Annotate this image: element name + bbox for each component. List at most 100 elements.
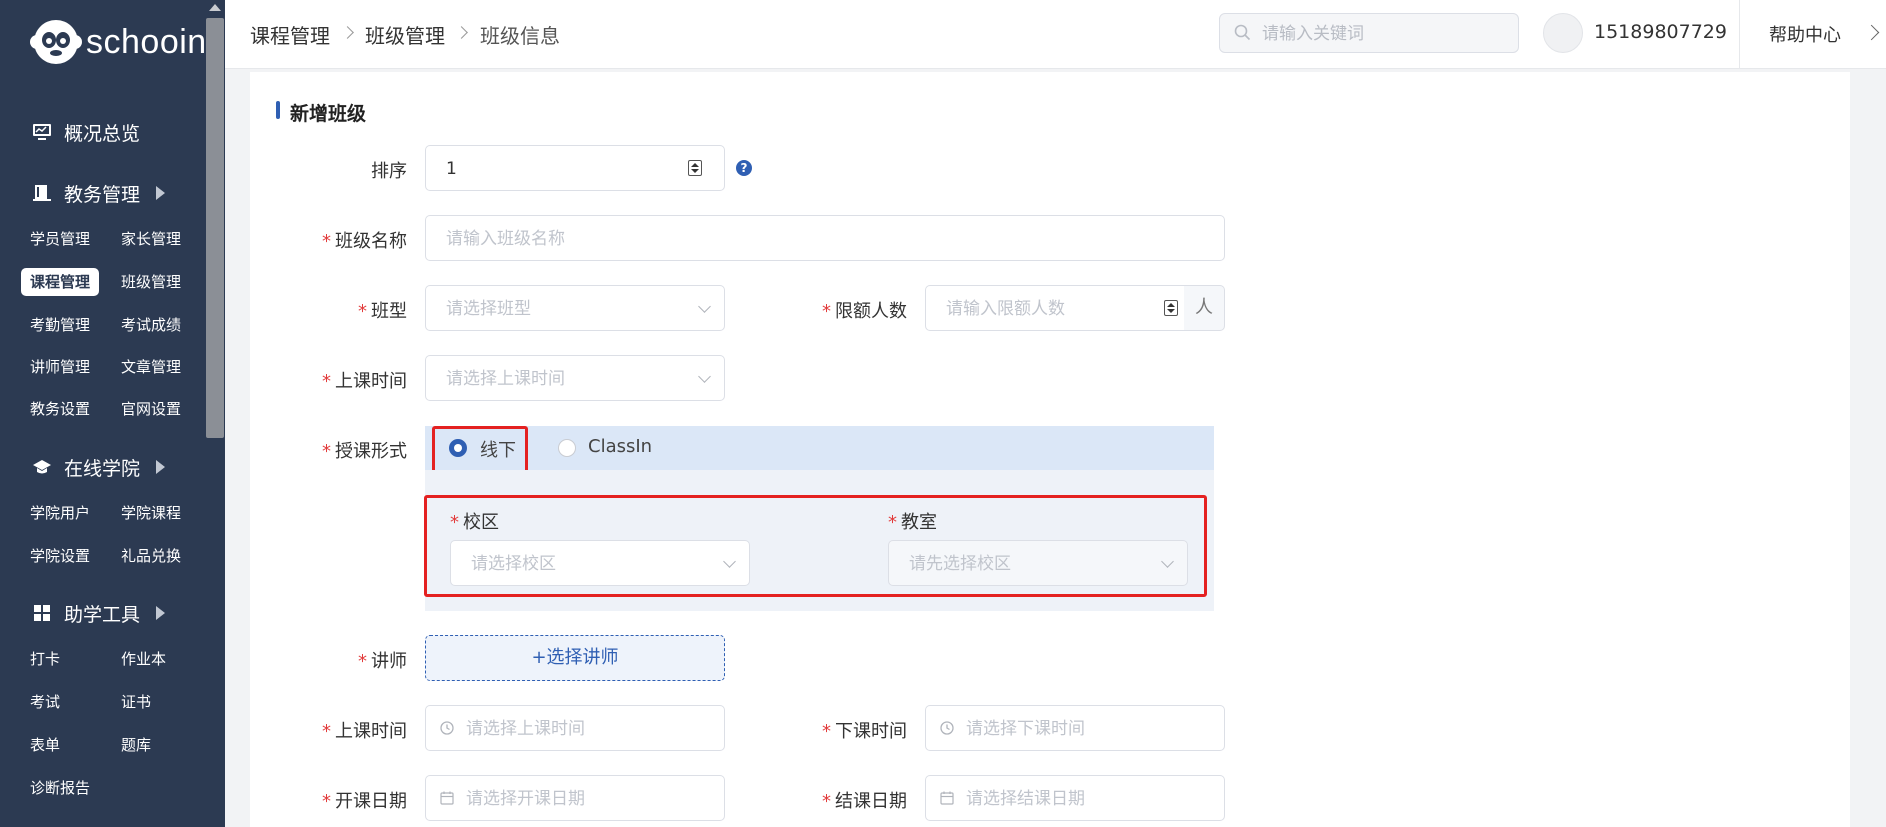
clock-icon — [440, 721, 454, 735]
chevron-down-icon — [698, 370, 711, 383]
grid-icon — [32, 603, 52, 623]
start-date-picker[interactable] — [425, 775, 725, 822]
sidebar-item-students[interactable]: 学员管理 — [21, 225, 99, 253]
nav-study-tools[interactable]: 助学工具 — [0, 593, 205, 633]
radio-classin-label[interactable]: ClassIn — [588, 436, 652, 457]
nav-label: 助学工具 — [64, 603, 141, 626]
end-date-label: * 结课日期 — [822, 791, 907, 812]
sort-value[interactable] — [444, 146, 657, 192]
search-input[interactable] — [1260, 14, 1504, 54]
schedule-input[interactable] — [444, 356, 657, 402]
sidebar-item-gift-exchange[interactable]: 礼品兑换 — [112, 542, 190, 570]
caret-right-icon — [156, 460, 165, 474]
book-icon — [32, 183, 52, 203]
graduation-cap-icon — [32, 457, 52, 477]
chevron-down-icon — [698, 300, 711, 313]
breadcrumb-separator-icon — [455, 26, 468, 39]
monkey-logo-icon — [30, 20, 82, 64]
select-teacher-button[interactable]: +选择讲师 — [425, 635, 725, 681]
limit-unit-suffix: 人 — [1184, 285, 1225, 331]
sidebar-item-articles[interactable]: 文章管理 — [112, 353, 190, 381]
breadcrumb-courses[interactable]: 课程管理 — [250, 20, 330, 49]
avatar[interactable] — [1543, 13, 1583, 53]
sidebar-item-diagnosis-report[interactable]: 诊断报告 — [21, 774, 99, 802]
class-type-label: * 班型 — [358, 301, 407, 322]
sidebar-item-academy-settings[interactable]: 学院设置 — [21, 542, 99, 570]
breadcrumb-class-info: 班级信息 — [480, 24, 560, 48]
start-date-label: * 开课日期 — [322, 791, 407, 812]
sidebar: schooin 概况总览 教务管理 学员管理 家长管理 课程管理 班级管理 考勤… — [0, 0, 207, 827]
chevron-right-icon[interactable] — [1863, 24, 1880, 41]
class-name-input[interactable] — [444, 216, 1007, 262]
sidebar-item-academy-users[interactable]: 学院用户 — [21, 499, 99, 527]
nav-label: 概况总览 — [64, 122, 141, 145]
highlight-offline-option — [432, 426, 528, 473]
start-time-picker[interactable] — [425, 705, 725, 752]
search-icon — [1234, 24, 1251, 41]
sidebar-item-academy-courses[interactable]: 学院课程 — [112, 499, 190, 527]
start-time-label: * 上课时间 — [322, 721, 407, 742]
sidebar-item-checkin[interactable]: 打卡 — [21, 645, 69, 673]
scrollbar-thumb[interactable] — [206, 18, 224, 438]
sidebar-item-forms[interactable]: 表单 — [21, 731, 69, 759]
sidebar-item-certificate[interactable]: 证书 — [112, 688, 160, 716]
schedule-label: * 上课时间 — [322, 371, 407, 392]
end-date-picker[interactable] — [925, 775, 1225, 822]
class-type-input[interactable] — [444, 286, 657, 332]
sidebar-item-site-settings[interactable]: 官网设置 — [112, 395, 190, 423]
nav-label: 在线学院 — [64, 457, 141, 480]
scroll-up-icon[interactable] — [209, 4, 221, 11]
highlight-campus-classroom — [424, 495, 1207, 597]
sidebar-item-edu-settings[interactable]: 教务设置 — [21, 395, 99, 423]
nav-overview[interactable]: 概况总览 — [0, 112, 205, 152]
brand-logo[interactable]: schooin — [28, 16, 207, 68]
section-title: 新增班级 — [290, 103, 367, 125]
sidebar-item-classes[interactable]: 班级管理 — [112, 268, 190, 296]
sidebar-item-teachers[interactable]: 讲师管理 — [21, 353, 99, 381]
radio-classin[interactable] — [558, 439, 576, 457]
user-phone[interactable]: 15189807729 — [1594, 21, 1727, 43]
start-time-input[interactable] — [464, 706, 677, 752]
end-time-input[interactable] — [964, 706, 1177, 752]
calendar-icon — [940, 791, 954, 805]
search-box[interactable] — [1219, 13, 1519, 54]
sidebar-item-parents[interactable]: 家长管理 — [112, 225, 190, 253]
clock-icon — [940, 721, 954, 735]
sidebar-item-attendance[interactable]: 考勤管理 — [21, 311, 99, 339]
sidebar-item-question-bank[interactable]: 题库 — [112, 731, 160, 759]
end-time-label: * 下课时间 — [822, 721, 907, 742]
teaching-mode-bar — [425, 426, 1214, 470]
limit-label: * 限额人数 — [822, 301, 907, 322]
start-date-input[interactable] — [464, 776, 677, 822]
teacher-label: * 讲师 — [358, 651, 407, 672]
limit-input[interactable] — [944, 286, 1129, 332]
question-help-icon[interactable]: ? — [736, 160, 752, 176]
number-stepper-icon[interactable] — [688, 160, 702, 176]
sidebar-item-exam[interactable]: 考试 — [21, 688, 69, 716]
schedule-select[interactable] — [425, 355, 725, 402]
breadcrumb-classes[interactable]: 班级管理 — [365, 20, 445, 49]
number-stepper-icon[interactable] — [1164, 300, 1178, 316]
sidebar-item-homework[interactable]: 作业本 — [112, 645, 175, 673]
class-type-select[interactable] — [425, 285, 725, 332]
mode-label: * 授课形式 — [322, 441, 407, 462]
nav-online-academy[interactable]: 在线学院 — [0, 447, 205, 487]
caret-right-icon — [156, 186, 165, 200]
monitor-icon — [32, 122, 52, 142]
sidebar-item-exam-scores[interactable]: 考试成绩 — [112, 311, 190, 339]
class-name-label: * 班级名称 — [322, 231, 407, 252]
end-time-picker[interactable] — [925, 705, 1225, 752]
nav-label: 教务管理 — [64, 183, 141, 206]
sort-input[interactable] — [425, 145, 725, 192]
top-header: 课程管理 班级管理 班级信息 15189807729 帮助中心 — [225, 0, 1886, 69]
class-name-field[interactable] — [425, 215, 1225, 262]
limit-field[interactable] — [925, 285, 1185, 332]
end-date-input[interactable] — [964, 776, 1177, 822]
header-divider — [1739, 0, 1740, 68]
brand-name: schooin — [86, 22, 207, 61]
sidebar-item-courses[interactable]: 课程管理 — [21, 268, 100, 296]
help-center-link[interactable]: 帮助中心 — [1769, 21, 1841, 47]
breadcrumb-separator-icon — [341, 26, 354, 39]
nav-edu-admin[interactable]: 教务管理 — [0, 173, 205, 213]
calendar-icon — [440, 791, 454, 805]
